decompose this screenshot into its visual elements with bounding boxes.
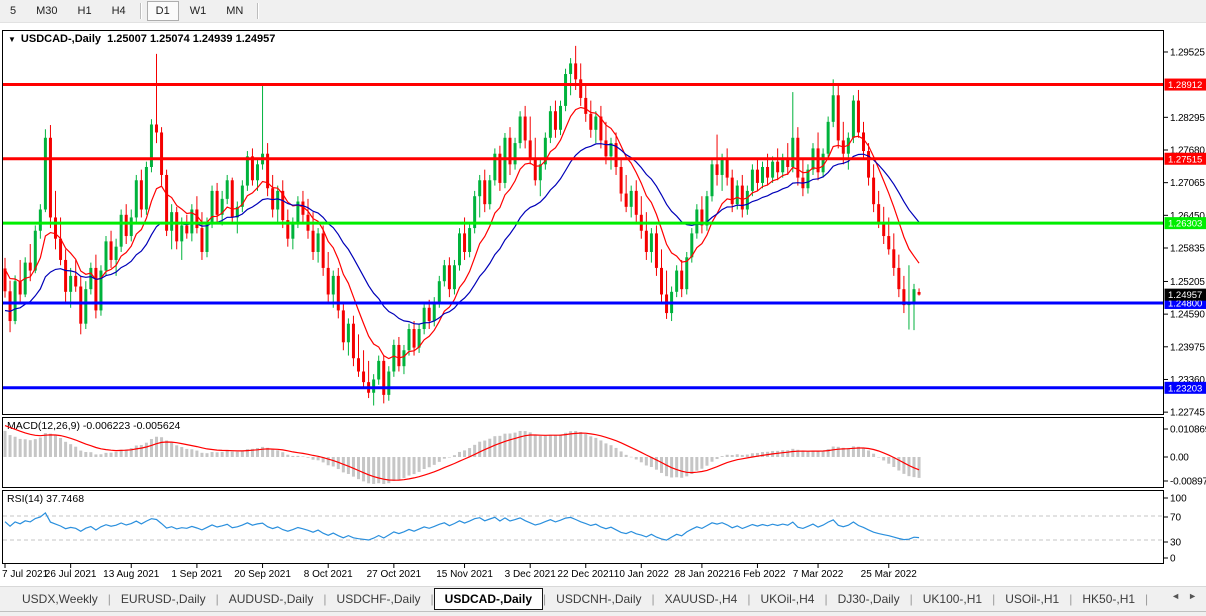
toolbar-separator (139, 3, 142, 19)
level-price-badge (1164, 78, 1206, 91)
timeframe-button-m30[interactable]: M30 (27, 1, 66, 21)
macd-name: MACD(12,26,9) (7, 420, 80, 432)
chart-title: ▼ USDCAD-,Daily 1.25007 1.25074 1.24939 1… (8, 33, 275, 45)
trading-terminal-window: 5 M30 H1 H4 D1 W1 MN ▼ USDCAD-,Daily 1.25007 1.… (0, 0, 1206, 616)
price-tick-label: 1.29525 (1170, 47, 1205, 58)
chart-tab-hk50-h1[interactable]: HK50-,H1 (1072, 589, 1145, 609)
chart-tab-xauusd-h4[interactable]: XAUUSD-,H4 (655, 589, 748, 609)
level-price-badge (1164, 152, 1206, 165)
date-label: 7 Jul 2021 (2, 569, 49, 580)
rsi-axis-label: 100 (1170, 494, 1187, 505)
date-label: 8 Oct 2021 (304, 569, 353, 580)
chart-tab-usdcad-daily[interactable]: USDCAD-,Daily (433, 588, 544, 610)
price-tick-label: 1.23360 (1170, 375, 1205, 386)
price-chart-panel[interactable] (2, 30, 1164, 415)
date-label: 7 Mar 2022 (793, 569, 844, 580)
chart-tab-usdx-weekly[interactable]: USDX,Weekly (12, 589, 108, 609)
date-label: 20 Sep 2021 (234, 569, 291, 580)
level-badge-label: 1.28912 (1168, 80, 1202, 91)
price-tick-label: 1.22745 (1170, 408, 1205, 419)
price-tick-label: 1.28295 (1170, 113, 1205, 124)
chart-tabbar: USDX,Weekly | EURUSD-,Daily | AUDUSD-,Daily |… (0, 586, 1206, 611)
price-tick-label: 1.27680 (1170, 145, 1205, 156)
tab-scroll-left-icon[interactable]: ◄ (1171, 591, 1180, 601)
timeframe-button-w1[interactable]: W1 (181, 1, 216, 21)
chart-tab-audusd-daily[interactable]: AUDUSD-,Daily (219, 589, 324, 609)
chart-tab-ukoil-h4[interactable]: UKOil-,H4 (750, 589, 824, 609)
date-label: 22 Dec 2021 (557, 569, 614, 580)
timeframe-button-h1[interactable]: H1 (69, 1, 101, 21)
toolbar-separator (257, 3, 260, 19)
timeframe-button-d1[interactable]: D1 (146, 1, 179, 21)
chart-tab-eurusd-daily[interactable]: EURUSD-,Daily (111, 589, 216, 609)
chart-tab-usdcnh-daily[interactable]: USDCNH-,Daily (546, 589, 651, 609)
tab-scroll-right-icon[interactable]: ► (1188, 591, 1197, 601)
macd-axis-label: 0.00 (1170, 453, 1189, 464)
level-price-badge (1164, 296, 1206, 309)
rsi-value: 37.7468 (46, 493, 85, 505)
timeframe-toolbar: 5 M30 H1 H4 D1 W1 MN (0, 0, 1206, 23)
timeframe-button-h4[interactable]: H4 (103, 1, 135, 21)
level-badge-label: 1.27515 (1168, 154, 1202, 165)
date-label: 15 Nov 2021 (436, 569, 493, 580)
timeframe-button-mn[interactable]: MN (217, 1, 252, 21)
date-label: 27 Oct 2021 (367, 569, 422, 580)
chart-tab-dj30-daily[interactable]: DJ30-,Daily (828, 589, 910, 609)
status-strip (0, 611, 1206, 616)
rsi-axis-label: 70 (1170, 513, 1182, 524)
tab-scroll-arrows: ◄ ► (1167, 591, 1201, 601)
price-tick-label: 1.25835 (1170, 243, 1205, 254)
macd-indicator-label: MACD(12,26,9) -0.006223 -0.005624 (7, 420, 180, 432)
date-label: 3 Dec 2021 (505, 569, 557, 580)
macd-axis-label: 0.010869 (1170, 425, 1206, 436)
tab-separator: | (1145, 592, 1149, 606)
date-label: 28 Jan 2022 (674, 569, 729, 580)
chart-tab-usoil-h1[interactable]: USOil-,H1 (995, 589, 1069, 609)
rsi-indicator-label: RSI(14) 37.7468 (7, 493, 84, 505)
price-tick-label: 1.24590 (1170, 310, 1205, 321)
date-label: 1 Sep 2021 (171, 569, 223, 580)
date-label: 25 Mar 2022 (861, 569, 918, 580)
chart-symbol-label: USDCAD-,Daily (20, 33, 101, 45)
date-label: 13 Aug 2021 (103, 569, 160, 580)
price-tick-label: 1.23975 (1170, 342, 1205, 353)
chart-ohlc-values: 1.25007 1.25074 1.24939 1.24957 (107, 33, 276, 45)
chart-dropdown-icon[interactable]: ▼ (8, 35, 16, 44)
level-badge-label: 1.24800 (1168, 298, 1202, 309)
date-label: 10 Jan 2022 (614, 569, 669, 580)
level-badge-label: 1.26303 (1168, 219, 1202, 230)
chart-tab-usdchf-daily[interactable]: USDCHF-,Daily (327, 589, 431, 609)
date-label: 26 Jul 2021 (45, 569, 97, 580)
price-tick-label: 1.25205 (1170, 277, 1205, 288)
rsi-name: RSI(14) (7, 493, 44, 505)
rsi-axis-label: 30 (1170, 538, 1182, 549)
macd-axis-label: -0.008974 (1170, 477, 1206, 488)
price-tick-label: 1.26450 (1170, 211, 1205, 222)
chart-tab-uk100-h1[interactable]: UK100-,H1 (913, 589, 992, 609)
timeframe-button-5[interactable]: 5 (1, 1, 25, 21)
macd-values: -0.006223 -0.005624 (82, 420, 181, 432)
current-price-label: 1.24957 (1168, 290, 1202, 301)
level-price-badge (1164, 381, 1206, 394)
current-price-badge (1164, 288, 1206, 301)
price-tick-label: 1.27065 (1170, 178, 1205, 189)
rsi-panel[interactable] (2, 490, 1164, 564)
level-price-badge (1164, 217, 1206, 230)
rsi-axis-label: 0 (1170, 554, 1176, 565)
level-badge-label: 1.23203 (1168, 383, 1202, 394)
date-label: 16 Feb 2022 (729, 569, 786, 580)
